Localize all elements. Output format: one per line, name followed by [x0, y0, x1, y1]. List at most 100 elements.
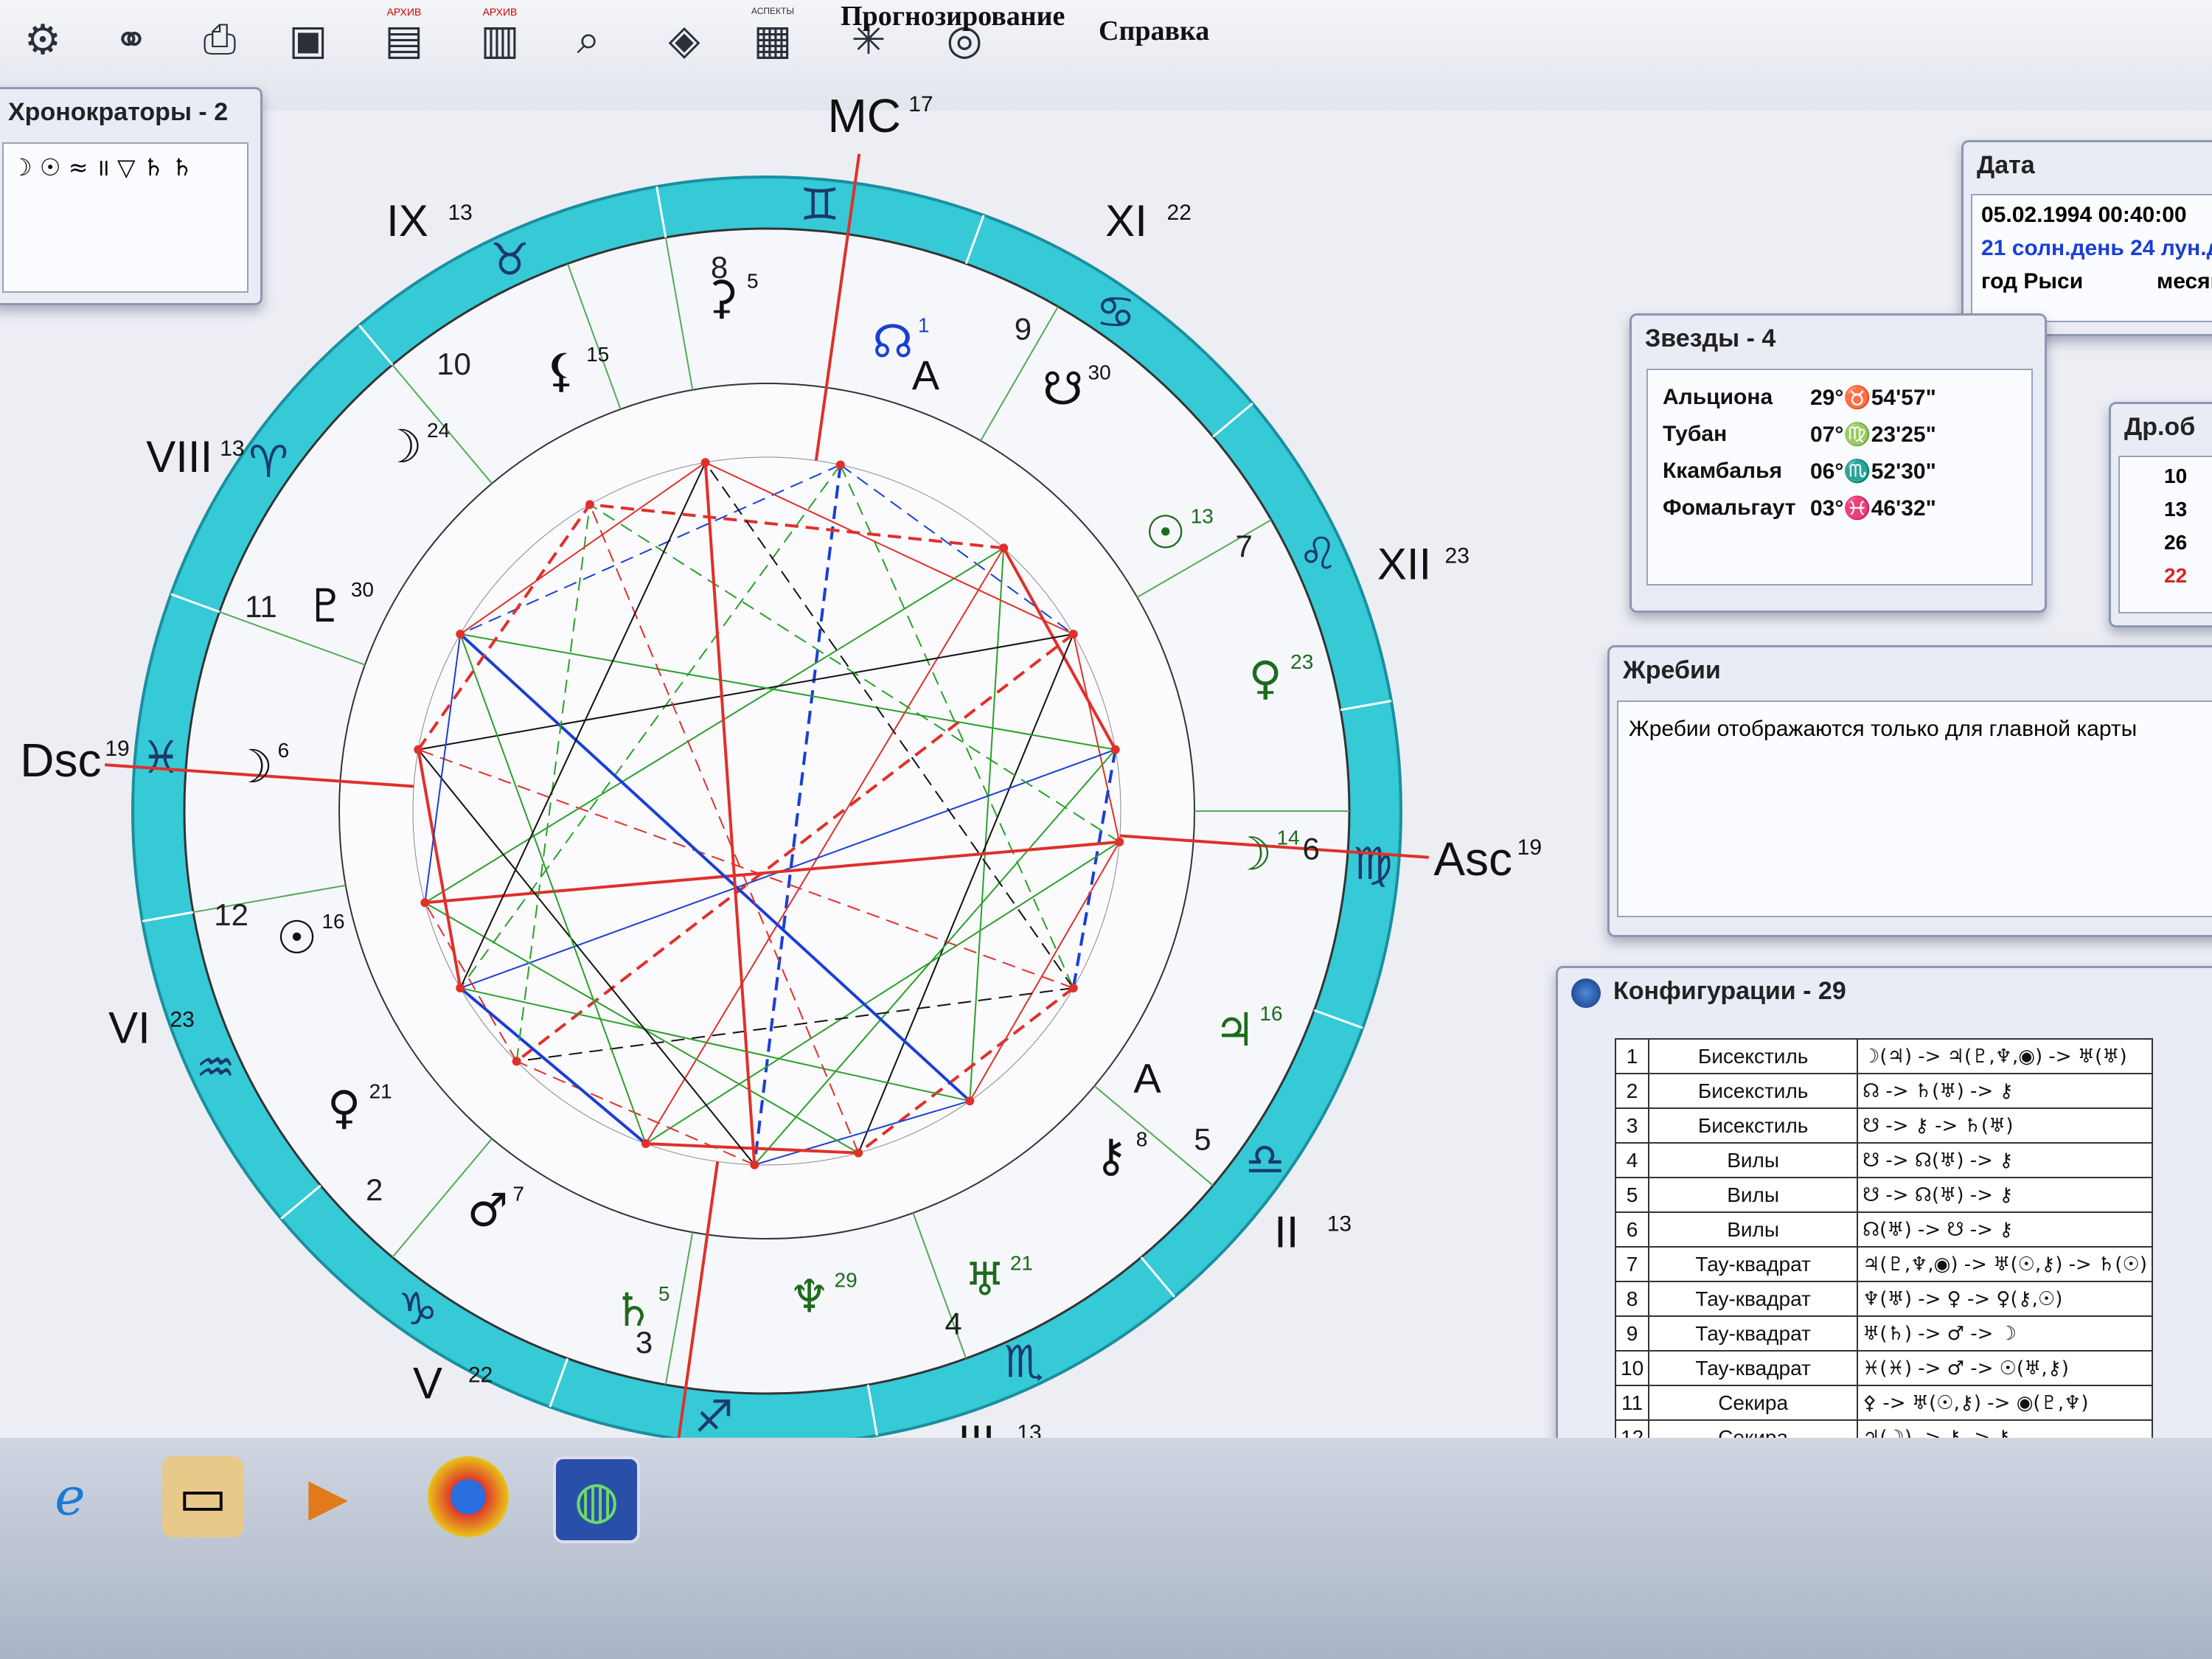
planet-glyph: ☊: [872, 314, 913, 368]
planet-degree: 5: [658, 1282, 670, 1305]
aspect-point: [512, 1057, 521, 1066]
house-degree: 13: [1017, 1421, 1041, 1438]
dsc-label: Dsc: [20, 734, 101, 787]
planet-glyph: ☋: [1043, 362, 1083, 416]
planet-degree: 13: [1191, 504, 1214, 527]
house-label: XI: [1105, 196, 1147, 246]
house-number: 6: [1303, 832, 1320, 866]
zodiac-sign-glyph: ♒: [195, 1043, 235, 1094]
house-degree: 23: [170, 1008, 194, 1032]
house-number: 9: [1015, 312, 1032, 347]
planet-degree: 21: [1010, 1251, 1033, 1274]
aspect-point: [999, 543, 1009, 553]
house-degree: 13: [1327, 1211, 1352, 1236]
house-label: VIII: [146, 432, 212, 481]
natal-chart: ♊♋♌♍♎♏♐♑♒♓♈♉MC17IC7Asc19Dsc19IX13XI22VII…: [20, 89, 1542, 1438]
planet-degree: 5: [747, 270, 759, 293]
planet-glyph: ♀: [327, 1081, 361, 1135]
media-player-icon[interactable]: ▶: [288, 1456, 369, 1537]
chrome-icon[interactable]: [428, 1456, 509, 1537]
house-label: II: [1274, 1207, 1298, 1256]
a-label: A: [1133, 1054, 1161, 1101]
planet-glyph: ☽: [1231, 827, 1273, 881]
zodiac-sign-glyph: ♋: [1096, 287, 1135, 338]
zodiac-sign-glyph: ♐: [694, 1391, 734, 1438]
planet-degree: 15: [586, 343, 609, 366]
planet-degree: 16: [1259, 1002, 1282, 1025]
planet-glyph: ♆: [789, 1269, 830, 1323]
ie-icon[interactable]: ℯ: [29, 1456, 111, 1537]
aspect-point: [835, 460, 845, 470]
planet-degree: 16: [321, 910, 344, 933]
aspect-point: [1068, 630, 1078, 639]
dsc-degree: 19: [105, 737, 129, 761]
house-number: 8: [711, 250, 728, 285]
planet-glyph: ♂: [467, 1183, 509, 1237]
house-number: 7: [1236, 529, 1253, 563]
mc-label: MC: [827, 89, 901, 142]
aspect-point: [1068, 984, 1078, 992]
folder-icon[interactable]: ▭: [162, 1456, 243, 1537]
planet-degree: 1: [918, 313, 930, 336]
aspect-point: [456, 630, 465, 639]
zodiac-sign-glyph: ♏: [1004, 1337, 1044, 1388]
zodiac-sign-glyph: ♓: [141, 732, 181, 784]
planet-glyph: ♇: [305, 579, 347, 633]
aspect-point: [420, 898, 430, 908]
planet-glyph: ⚸: [544, 344, 577, 397]
zodiac-sign-glyph: ♉: [490, 234, 529, 285]
house-number: 5: [1194, 1121, 1211, 1156]
planet-degree: 30: [351, 578, 374, 601]
zodiac-sign-glyph: ♍: [1353, 838, 1393, 890]
house-number: 3: [636, 1325, 653, 1360]
house-number: 10: [437, 347, 471, 381]
planet-glyph: ☉: [1145, 505, 1186, 559]
house-number: 11: [245, 589, 277, 624]
aspect-point: [456, 984, 465, 992]
planet-glyph: ☽: [232, 740, 274, 793]
aspect-point: [585, 500, 594, 509]
house-label: XII: [1377, 539, 1431, 588]
house-degree: 22: [468, 1363, 493, 1388]
house-number: 2: [366, 1172, 383, 1207]
asc-label: Asc: [1433, 832, 1512, 886]
chart-wheel: ♊♋♌♍♎♏♐♑♒♓♈♉MC17IC7Asc19Dsc19IX13XI22VII…: [20, 89, 1542, 1438]
planet-degree: 21: [369, 1080, 392, 1103]
aspect-point: [641, 1139, 650, 1149]
house-label: VI: [108, 1004, 150, 1053]
aspect-point: [750, 1160, 759, 1169]
aspect-point: [700, 458, 710, 467]
planet-degree: 30: [1088, 361, 1111, 384]
aspect-point: [1115, 837, 1124, 846]
planet-degree: 14: [1276, 827, 1299, 849]
planet-glyph: ♃: [1214, 1003, 1256, 1057]
a-label: A: [912, 352, 940, 398]
planet-glyph: ♀: [1248, 651, 1281, 705]
zodiac-sign-glyph: ♑: [398, 1284, 438, 1335]
planet-degree: 23: [1290, 650, 1313, 673]
aspect-point: [854, 1148, 863, 1158]
house-number: 4: [945, 1306, 961, 1340]
house-degree: 23: [1445, 543, 1470, 568]
planet-glyph: ⚷: [1094, 1129, 1127, 1183]
planet-degree: 29: [835, 1268, 858, 1291]
zodiac-sign-glyph: ♈: [248, 437, 288, 488]
planet-degree: 8: [1136, 1128, 1148, 1151]
house-degree: 13: [448, 201, 472, 225]
asc-degree: 19: [1517, 835, 1542, 860]
house-degree: 13: [220, 437, 244, 461]
planet-degree: 7: [512, 1183, 524, 1206]
aspect-point: [1110, 745, 1120, 754]
planet-glyph: ♅: [964, 1252, 1006, 1306]
aspect-point: [965, 1096, 975, 1106]
house-degree: 22: [1167, 201, 1192, 225]
planet-degree: 24: [427, 419, 450, 442]
planet-glyph: ☉: [276, 911, 318, 964]
aspect-point: [414, 745, 423, 754]
planet-degree: 6: [278, 739, 290, 762]
planet-glyph: ☽: [381, 420, 422, 473]
zodiac-sign-glyph: ♎: [1245, 1134, 1285, 1186]
house-label: V: [413, 1359, 442, 1408]
astro-app-icon[interactable]: ◍: [553, 1456, 640, 1543]
house-number: 12: [214, 897, 248, 932]
